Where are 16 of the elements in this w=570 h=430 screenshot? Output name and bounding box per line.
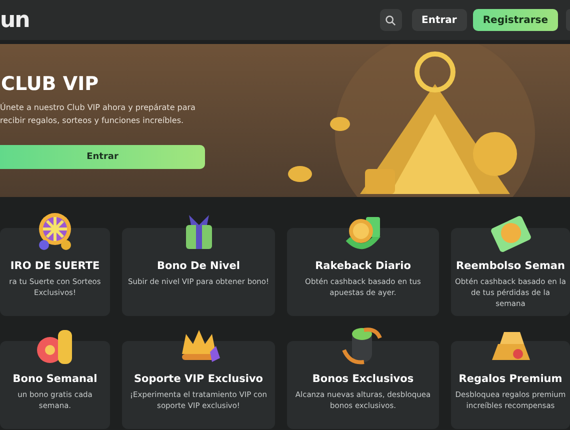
card-title: Bono De Nivel — [156, 260, 240, 272]
card-title: Soporte VIP Exclusivo — [134, 373, 263, 385]
card-title: Bono Semanal — [12, 373, 98, 385]
card-title: Bonos Exclusivos — [312, 373, 414, 385]
enter-button[interactable]: Entrar — [0, 144, 205, 168]
register-button[interactable]: Registrarse — [472, 9, 558, 31]
search-button[interactable] — [380, 9, 402, 31]
card-title: Rakeback Diario — [315, 260, 411, 272]
logo: un — [0, 8, 30, 32]
banner-description: Únete a nuestro Club VIP ahora y prepárate para recibir regalos, sorteos y funciones increíbles. — [0, 102, 196, 126]
banner-title: CLUB VIP — [1, 72, 100, 94]
login-button[interactable]: Entrar — [412, 9, 467, 31]
card-title: IRO DE SUERTE — [10, 260, 100, 272]
card-title: Reembolso Seman — [456, 260, 565, 272]
card-title: Regalos Premium — [458, 373, 562, 385]
search-icon — [385, 14, 396, 26]
